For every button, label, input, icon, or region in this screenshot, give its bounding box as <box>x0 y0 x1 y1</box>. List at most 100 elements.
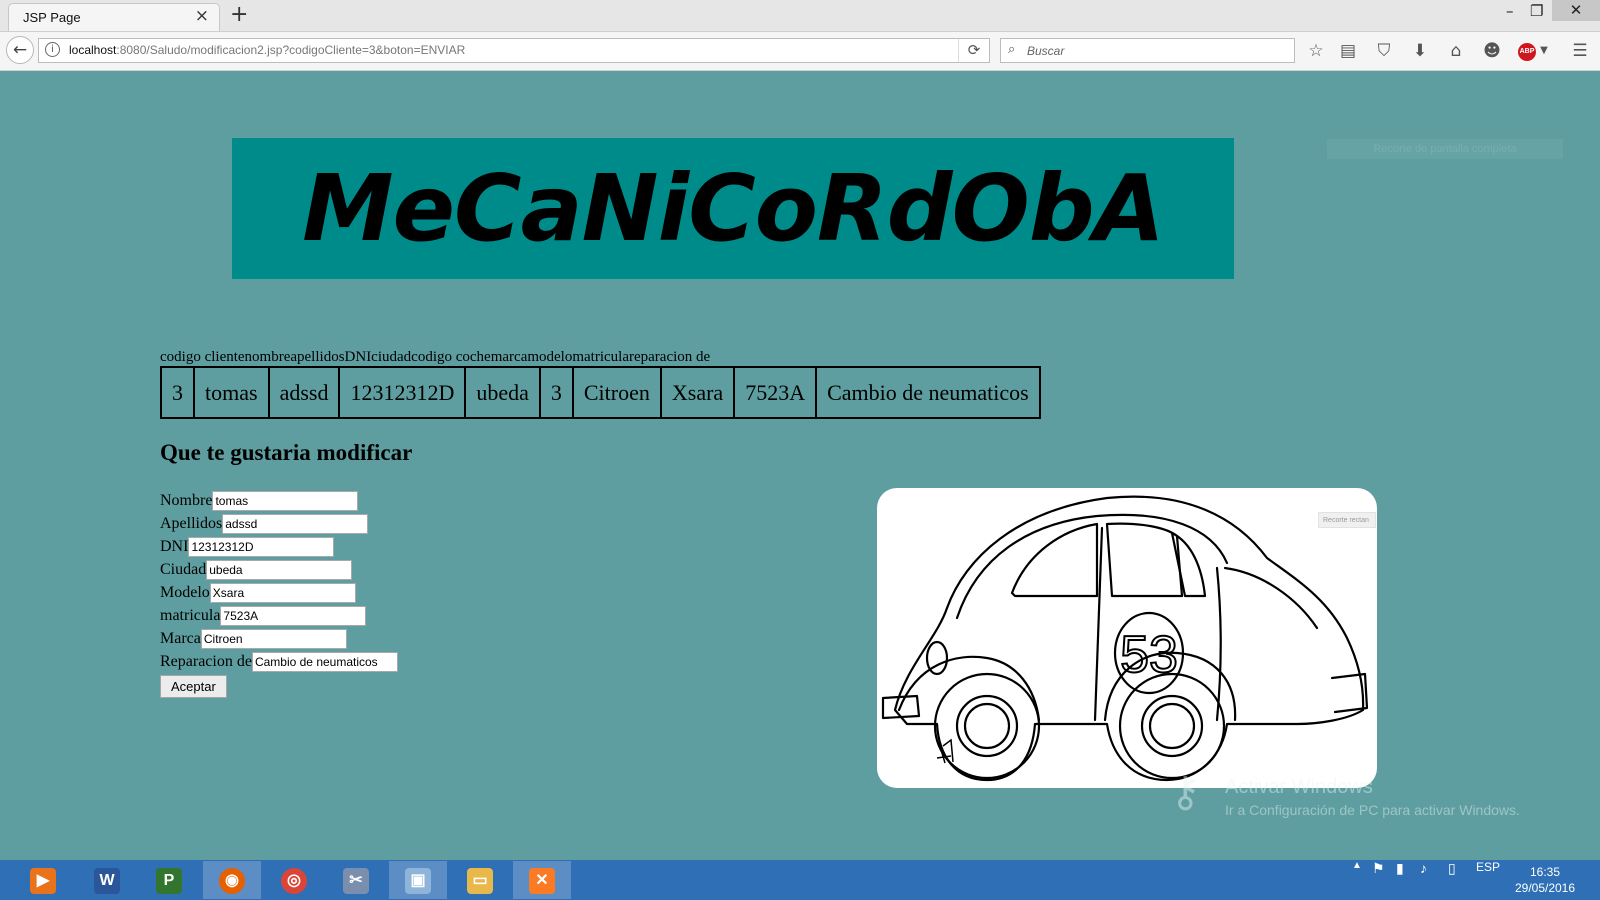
battery-icon[interactable]: ▯ <box>1448 860 1456 900</box>
firefox-icon: ◉ <box>219 868 245 894</box>
bookmark-star-icon[interactable]: ☆ <box>1304 40 1328 62</box>
apellidos-input[interactable] <box>222 513 369 534</box>
adblock-dropdown-icon[interactable]: ▼ <box>1532 40 1556 62</box>
menu-icon[interactable]: ☰ <box>1568 40 1592 62</box>
home-icon[interactable]: ⌂ <box>1444 40 1468 62</box>
network-error-icon[interactable]: ⚑ <box>1372 860 1385 900</box>
dni-input[interactable] <box>188 536 335 557</box>
form-row-apellidos: Apellidos <box>160 512 398 535</box>
car-number-53: 53 <box>1120 626 1178 684</box>
minimize-icon[interactable]: – <box>1506 2 1514 20</box>
cell-matricula: 7523A <box>734 367 817 418</box>
taskbar: ▶ W P ◉ ◎ ✂ ▣ ▭ ✕ ▲ ⚑ ▮ ♪ ▯ ESP 16:35 29… <box>0 860 1600 900</box>
reparacion-input[interactable] <box>251 651 398 672</box>
media-player-icon: ▶ <box>30 868 56 894</box>
table-header-text: codigo clientenombreapellidosDNIciudadco… <box>160 349 711 365</box>
download-icon[interactable]: ⬇ <box>1408 40 1432 62</box>
taskbar-chrome[interactable]: ◎ <box>265 861 323 899</box>
banner-title: MeCaNiCoRdObA <box>302 155 1165 262</box>
reading-list-icon[interactable]: ▤ <box>1336 40 1360 62</box>
watermark-title: Activar Windows <box>1225 776 1373 798</box>
taskbar-clock[interactable]: 16:35 29/05/2016 <box>1510 864 1580 896</box>
taskbar-firefox[interactable]: ◉ <box>203 861 261 899</box>
form-row-dni: DNI <box>160 535 398 558</box>
taskbar-xampp[interactable]: ✕ <box>513 861 571 899</box>
screenshot-mini-tooltip: Recorte rectan <box>1318 512 1376 528</box>
window-close-icon[interactable]: ✕ <box>1552 0 1600 21</box>
ciudad-input[interactable] <box>206 559 353 580</box>
xampp-icon: ✕ <box>529 868 555 894</box>
label-apellidos: Apellidos <box>160 514 223 532</box>
cell-modelo: Xsara <box>660 367 735 418</box>
cell-marca: Citroen <box>572 367 661 418</box>
form-row-ciudad: Ciudad <box>160 558 398 581</box>
site-info-icon[interactable]: i <box>45 42 60 57</box>
volume-icon[interactable]: ♪ <box>1420 860 1427 900</box>
label-reparacion: Reparacion de <box>160 652 252 670</box>
search-box[interactable]: ⌕ <box>1000 38 1295 63</box>
clock-time: 16:35 <box>1529 865 1561 879</box>
label-modelo: Modelo <box>160 583 210 601</box>
form-row-matricula: matricula <box>160 604 398 627</box>
tab-title: JSP Page <box>23 10 81 25</box>
taskbar-word[interactable]: W <box>78 861 136 899</box>
chat-icon[interactable]: ☻ <box>1480 40 1504 62</box>
nombre-input[interactable] <box>212 490 359 511</box>
browser-tab[interactable]: JSP Page × <box>8 3 220 31</box>
scissors-icon: ✂ <box>343 868 369 894</box>
cell-nombre: tomas <box>194 367 269 418</box>
back-arrow-icon[interactable]: ← <box>6 36 34 64</box>
cube-icon: ▣ <box>405 868 431 894</box>
key-icon: ⚷ <box>1170 767 1201 816</box>
modify-form: Nombre Apellidos DNI Ciudad Modelo matri… <box>160 489 398 698</box>
client-table: 3 tomas adssd 12312312D ubeda 3 Citroen … <box>160 366 1041 419</box>
url-text[interactable]: localhost:8080/Saludo/modificacion2.jsp?… <box>69 43 465 57</box>
cell-codigo-coche: 3 <box>539 367 573 418</box>
label-dni: DNI <box>160 537 189 555</box>
form-row-reparacion: Reparacion de <box>160 650 398 673</box>
beetle-car-drawing: 53 <box>881 495 1369 782</box>
label-ciudad: Ciudad <box>160 560 207 578</box>
tab-close-icon[interactable]: × <box>195 7 209 25</box>
form-row-marca: Marca <box>160 627 398 650</box>
marca-input[interactable] <box>200 628 347 649</box>
taskbar-file-explorer[interactable]: ▭ <box>451 861 509 899</box>
folder-icon: ▭ <box>467 868 493 894</box>
screenshot-tooltip: Recorte de pantalla completa <box>1327 139 1563 159</box>
clock-date: 29/05/2016 <box>1514 881 1576 895</box>
address-bar[interactable]: i localhost:8080/Saludo/modificacion2.js… <box>38 38 990 63</box>
taskbar-virtualbox[interactable]: ▣ <box>389 861 447 899</box>
aceptar-button[interactable]: Aceptar <box>160 675 227 698</box>
navigation-bar: ← i localhost:8080/Saludo/modificacion2.… <box>0 32 1600 71</box>
car-image: 53 <box>877 488 1377 788</box>
reload-icon[interactable]: ⟳ <box>958 39 989 62</box>
cell-dni: 12312312D <box>339 367 466 418</box>
restore-icon[interactable]: ❐ <box>1530 2 1543 20</box>
url-path: :8080/Saludo/modificacion2.jsp?codigoCli… <box>116 43 466 57</box>
table-row: 3 tomas adssd 12312312D ubeda 3 Citroen … <box>161 367 1040 418</box>
pocket-icon[interactable]: ⛉ <box>1372 40 1396 62</box>
taskbar-snipping-tool[interactable]: ✂ <box>327 861 385 899</box>
search-input[interactable] <box>1025 40 1289 62</box>
label-nombre: Nombre <box>160 491 213 509</box>
label-marca: Marca <box>160 629 201 647</box>
signal-icon[interactable]: ▮ <box>1396 860 1404 900</box>
cell-apellidos: adssd <box>268 367 340 418</box>
new-tab-button[interactable]: + <box>230 2 248 28</box>
word-icon: W <box>94 868 120 894</box>
form-row-nombre: Nombre <box>160 489 398 512</box>
chrome-icon: ◎ <box>281 868 307 894</box>
taskbar-project[interactable]: P <box>140 861 198 899</box>
search-icon: ⌕ <box>1008 42 1016 57</box>
modelo-input[interactable] <box>209 582 356 603</box>
cell-reparacion: Cambio de neumaticos <box>816 367 1040 418</box>
cell-ciudad: ubeda <box>465 367 540 418</box>
language-indicator[interactable]: ESP <box>1476 860 1500 900</box>
taskbar-media-player[interactable]: ▶ <box>14 861 72 899</box>
label-matricula: matricula <box>160 606 221 624</box>
matricula-input[interactable] <box>220 605 367 626</box>
form-row-modelo: Modelo <box>160 581 398 604</box>
watermark-subtitle: Ir a Configuración de PC para activar Wi… <box>1225 802 1520 818</box>
show-hidden-icons[interactable]: ▲ <box>1352 860 1362 900</box>
project-icon: P <box>156 868 182 894</box>
